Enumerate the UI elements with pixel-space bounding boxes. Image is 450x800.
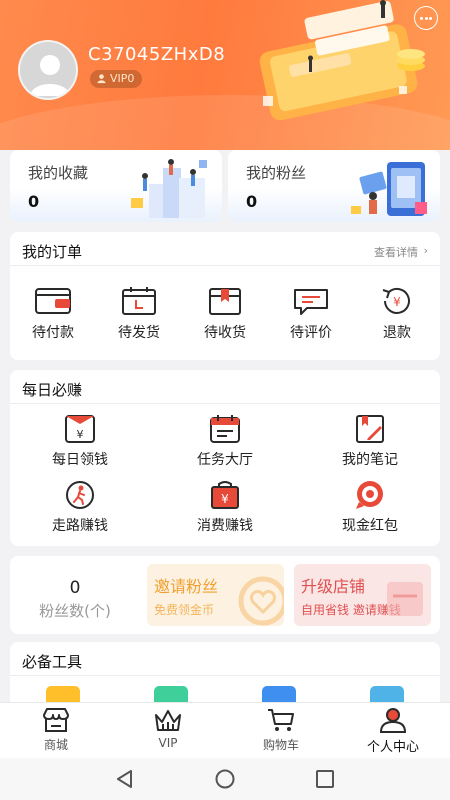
daily-collect-money[interactable]: ¥ 每日领钱 <box>20 414 140 469</box>
tab-label: 商城 <box>43 738 68 752</box>
order-pending-payment[interactable]: 待付款 <box>10 286 96 342</box>
fans-promo-panel: 0 粉丝数(个) 邀请粉丝 免费领金币 升级店铺 自用省钱 邀请赚钱 <box>10 556 440 634</box>
tab-vip[interactable]: VIP <box>123 707 213 750</box>
fans-label: 我的粉丝 <box>246 164 307 182</box>
order-item-label: 待付款 <box>32 325 74 341</box>
orders-title: 我的订单 <box>22 243 83 261</box>
default-avatar-icon <box>30 55 70 96</box>
fans-total-count: 0 <box>69 578 81 598</box>
crown-icon <box>155 710 181 731</box>
favorites-card[interactable]: 我的收藏 0 <box>10 150 222 222</box>
recents-icon[interactable] <box>314 768 336 790</box>
upgrade-shop-title: 升级店铺 <box>301 577 366 596</box>
task-calendar-icon <box>210 415 240 443</box>
svg-text:¥: ¥ <box>393 295 401 309</box>
fans-card[interactable]: 我的粉丝 0 <box>228 150 440 222</box>
svg-text:¥: ¥ <box>221 492 229 506</box>
favorites-label: 我的收藏 <box>28 164 89 182</box>
daily-item-label: 任务大厅 <box>197 452 253 468</box>
favorites-illustration <box>131 159 207 218</box>
divider <box>10 403 440 404</box>
invite-fans-title: 邀请粉丝 <box>154 577 219 596</box>
daily-earn-panel: 每日必赚 ¥ 每日领钱 任务大厅 我的笔记 走路赚钱 ¥ 消费赚钱 现金红包 <box>10 370 440 546</box>
box-icon <box>209 288 241 315</box>
svg-text:¥: ¥ <box>77 428 84 441</box>
yen-bag-icon: ¥ <box>211 481 239 509</box>
daily-walk-earn[interactable]: 走路赚钱 <box>20 480 140 535</box>
order-item-label: 退款 <box>383 325 411 341</box>
person-icon <box>379 708 407 733</box>
yen-refund-icon: ¥ <box>382 287 410 314</box>
daily-item-label: 走路赚钱 <box>52 518 108 534</box>
fans-total-label: 粉丝数(个) <box>39 602 111 620</box>
fans-illustration <box>351 162 427 216</box>
orders-detail-link[interactable]: 查看详情 <box>374 244 418 260</box>
home-icon[interactable] <box>214 768 236 790</box>
daily-task-hall[interactable]: 任务大厅 <box>165 414 285 469</box>
shop-badge-icon <box>387 582 423 616</box>
red-packet-icon <box>356 481 383 509</box>
daily-item-label: 我的笔记 <box>342 452 398 468</box>
tab-profile[interactable]: 个人中心 <box>348 707 438 755</box>
vip-badge[interactable]: VIP0 <box>90 70 143 88</box>
system-nav-bar <box>0 758 450 800</box>
tab-label: VIP <box>158 736 178 750</box>
avatar[interactable] <box>18 40 78 100</box>
daily-item-label: 消费赚钱 <box>197 518 253 534</box>
header-illustration <box>259 0 425 120</box>
notebook-icon <box>356 415 384 443</box>
divider <box>10 265 440 266</box>
invite-fans-banner[interactable]: 邀请粉丝 免费领金币 <box>147 564 284 626</box>
vip-level: VIP0 <box>110 72 135 85</box>
walking-icon <box>66 481 94 509</box>
user-icon <box>97 74 106 84</box>
chat-icon <box>294 289 328 315</box>
order-item-label: 待评价 <box>290 325 332 341</box>
order-item-label: 待收货 <box>204 325 246 341</box>
bottom-tab-bar: 商城 VIP 购物车 个人中心 <box>0 702 450 758</box>
order-item-label: 待发货 <box>118 325 160 341</box>
back-icon[interactable] <box>114 768 136 790</box>
profile-header: C37045ZHxD8 VIP0 <box>0 0 450 150</box>
order-pending-receipt[interactable]: 待收货 <box>182 286 268 342</box>
invite-fans-subtitle: 免费领金币 <box>154 603 215 617</box>
daily-item-label: 现金红包 <box>342 518 398 534</box>
daily-red-packet[interactable]: 现金红包 <box>310 480 430 535</box>
order-refund[interactable]: ¥ 退款 <box>354 286 440 342</box>
daily-spend-earn[interactable]: ¥ 消费赚钱 <box>165 480 285 535</box>
chevron-right-icon: › <box>423 244 428 257</box>
daily-item-label: 每日领钱 <box>52 452 108 468</box>
tab-label: 个人中心 <box>366 740 419 755</box>
tab-store[interactable]: 商城 <box>11 707 101 753</box>
favorites-count: 0 <box>28 192 40 211</box>
orders-panel: 我的订单 查看详情 › 待付款 待发货 待收货 待评价 ¥ 退款 <box>10 232 440 360</box>
cart-icon <box>268 709 294 731</box>
tab-cart[interactable]: 购物车 <box>236 707 326 753</box>
daily-my-notes[interactable]: 我的笔记 <box>310 414 430 469</box>
yen-envelope-icon: ¥ <box>65 415 95 443</box>
heart-badge-icon <box>238 576 284 626</box>
fans-count: 0 <box>246 192 258 211</box>
tab-label: 购物车 <box>262 738 299 752</box>
store-icon <box>43 708 69 732</box>
order-pending-review[interactable]: 待评价 <box>268 286 354 342</box>
wallet-icon <box>35 288 71 314</box>
tools-title: 必备工具 <box>22 653 83 671</box>
daily-title: 每日必赚 <box>22 381 83 399</box>
calendar-icon <box>122 287 156 315</box>
order-pending-shipment[interactable]: 待发货 <box>96 286 182 342</box>
username: C37045ZHxD8 <box>88 44 226 65</box>
divider <box>10 675 440 676</box>
upgrade-shop-banner[interactable]: 升级店铺 自用省钱 邀请赚钱 <box>294 564 431 626</box>
